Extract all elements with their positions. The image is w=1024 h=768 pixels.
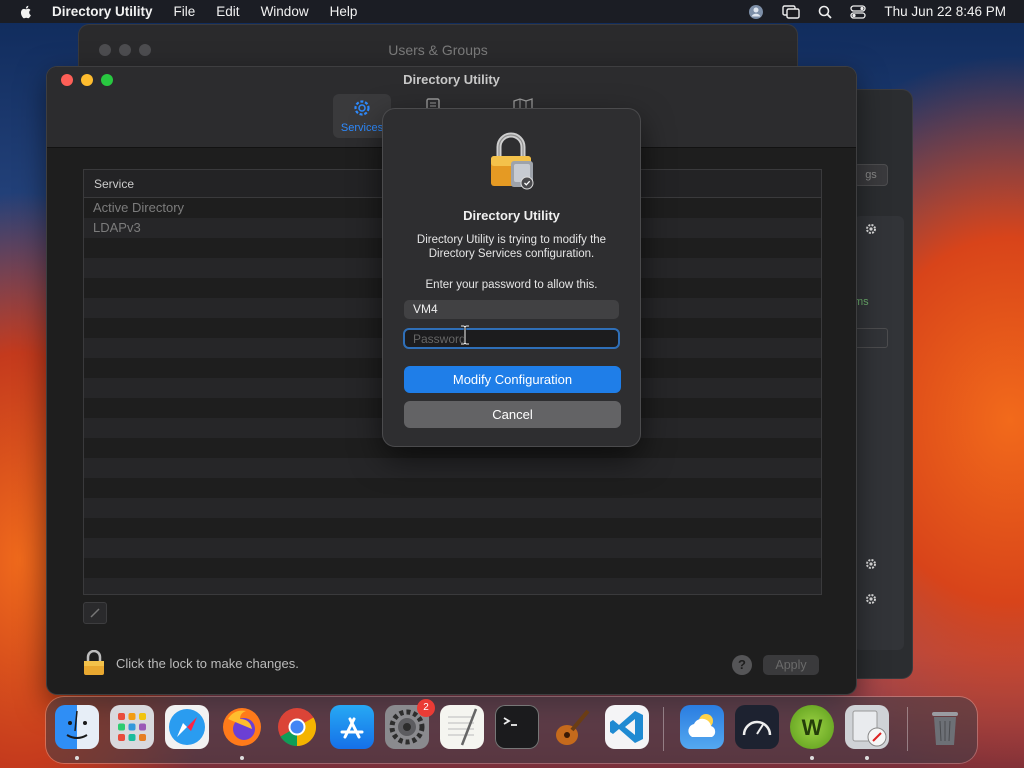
window-title: Directory Utility	[403, 72, 500, 87]
dock: 2 W	[46, 697, 977, 763]
notepad-icon	[448, 708, 478, 746]
lock-section: Click the lock to make changes.	[83, 650, 299, 676]
running-indicator	[75, 756, 79, 760]
system-settings-icon[interactable]: 2	[385, 699, 435, 749]
text-cursor-icon	[461, 325, 469, 345]
finder-face-icon	[66, 710, 88, 739]
trash-icon[interactable]	[923, 705, 967, 749]
activity-monitor-icon[interactable]	[735, 705, 779, 749]
svg-text:W: W	[802, 715, 823, 740]
directory-utility-icon[interactable]	[845, 705, 889, 749]
modify-configuration-button[interactable]: Modify Configuration	[404, 366, 621, 393]
directory-compass-icon	[852, 710, 887, 747]
table-row-empty	[84, 518, 821, 538]
lock-icon	[491, 132, 534, 190]
weather-icon[interactable]	[680, 705, 724, 749]
menu-edit[interactable]: Edit	[216, 4, 239, 19]
compass-icon	[169, 709, 205, 745]
table-row-empty	[84, 498, 821, 518]
firefox-icon[interactable]	[220, 705, 264, 749]
garageband-icon[interactable]	[550, 705, 594, 749]
w-app-icon[interactable]: W	[790, 705, 834, 749]
notification-badge: 2	[417, 699, 435, 717]
running-indicator	[240, 756, 244, 760]
dialog-message: Directory Utility is trying to modify th…	[416, 234, 607, 260]
background-button: gs	[854, 164, 888, 186]
window-title: Users & Groups	[388, 42, 488, 58]
menu-file[interactable]: File	[174, 4, 196, 19]
w-letter-icon: W	[802, 715, 823, 740]
background-panel	[854, 216, 904, 650]
apply-button[interactable]: Apply	[763, 655, 819, 675]
help-button[interactable]: ?	[732, 655, 752, 675]
guitar-icon	[556, 709, 590, 745]
apple-icon[interactable]	[18, 4, 34, 20]
safari-icon[interactable]	[165, 705, 209, 749]
finder-icon[interactable]	[55, 705, 99, 749]
firefox-logo-icon	[223, 708, 261, 746]
lock-text: Click the lock to make changes.	[116, 655, 299, 671]
username-field[interactable]: VM4	[404, 300, 619, 319]
gauge-icon	[742, 720, 772, 736]
search-icon[interactable]	[818, 5, 833, 19]
vscode-icon[interactable]	[605, 705, 649, 749]
vscode-logo-icon	[610, 711, 643, 743]
chrome-icon[interactable]	[275, 705, 319, 749]
lock-icon[interactable]	[83, 650, 105, 676]
gear-icon	[866, 559, 876, 569]
password-field[interactable]	[403, 328, 620, 349]
dialog-prompt: Enter your password to allow this.	[425, 279, 598, 291]
table-row-empty	[84, 558, 821, 578]
dock-separator	[907, 707, 908, 751]
user-account-icon[interactable]	[748, 4, 764, 20]
authentication-dialog: Directory Utility Directory Utility is t…	[383, 109, 640, 446]
gear-icon	[866, 224, 876, 234]
dock-separator	[663, 707, 664, 751]
launchpad-grid-icon	[118, 713, 146, 741]
trash-can-icon	[932, 712, 958, 745]
cloud-icon	[688, 714, 716, 737]
background-status-text: ms	[854, 296, 869, 308]
menu-help[interactable]: Help	[330, 4, 358, 19]
chrome-logo-icon	[278, 708, 317, 747]
running-indicator	[810, 756, 814, 760]
screen-mirroring-icon[interactable]	[782, 4, 801, 19]
app-store-icon[interactable]	[330, 705, 374, 749]
menu-app-name[interactable]: Directory Utility	[52, 4, 153, 19]
table-row-empty	[84, 538, 821, 558]
textedit-icon[interactable]	[440, 705, 484, 749]
gear-icon	[354, 100, 370, 116]
terminal-icon[interactable]	[495, 705, 539, 749]
background-field	[854, 328, 888, 348]
menu-clock[interactable]: Thu Jun 22 8:46 PM	[884, 4, 1006, 19]
launchpad-icon[interactable]	[110, 705, 154, 749]
control-center-icon[interactable]	[850, 4, 867, 19]
table-row-empty	[84, 458, 821, 478]
menu-bar: Directory Utility File Edit Window Help …	[0, 0, 1024, 23]
dialog-title: Directory Utility	[463, 208, 560, 223]
app-store-a-icon	[340, 717, 364, 739]
gear-icon	[866, 594, 876, 604]
running-indicator	[865, 756, 869, 760]
edit-service-button[interactable]	[83, 602, 107, 624]
table-row-empty	[84, 478, 821, 498]
table-row-empty	[84, 578, 821, 594]
cancel-button[interactable]: Cancel	[404, 401, 621, 428]
pencil-icon	[90, 608, 100, 618]
menu-window[interactable]: Window	[261, 4, 309, 19]
terminal-prompt-icon	[503, 717, 517, 726]
